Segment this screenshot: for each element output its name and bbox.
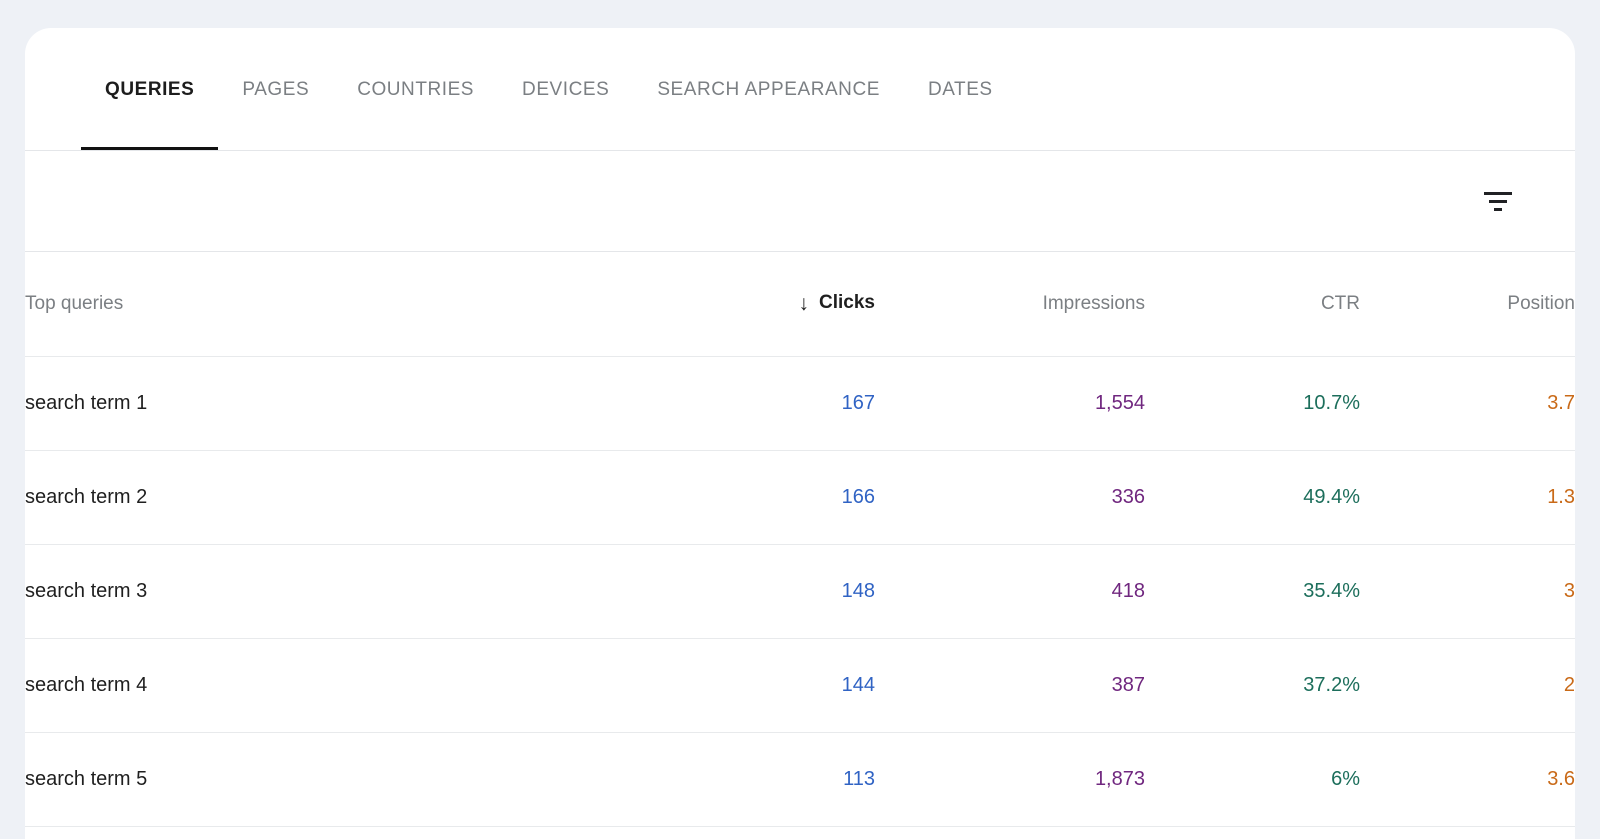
tab-bar: QUERIES PAGES COUNTRIES DEVICES SEARCH A… bbox=[25, 28, 1575, 151]
cell-position: 3 bbox=[1360, 545, 1575, 639]
tab-dates[interactable]: DATES bbox=[904, 28, 1017, 151]
cell-query: search term 2 bbox=[25, 451, 615, 545]
toolbar-divider bbox=[25, 251, 1575, 252]
tab-label: DATES bbox=[928, 79, 993, 101]
page-root: QUERIES PAGES COUNTRIES DEVICES SEARCH A… bbox=[0, 0, 1600, 839]
performance-table: Top queries ↓ Clicks Impressions CTR bbox=[25, 252, 1575, 827]
cell-query: search term 1 bbox=[25, 357, 615, 451]
column-header-position[interactable]: Position bbox=[1360, 252, 1575, 357]
cell-position: 2 bbox=[1360, 639, 1575, 733]
table-header: Top queries ↓ Clicks Impressions CTR bbox=[25, 252, 1575, 357]
column-header-label: Top queries bbox=[25, 293, 123, 314]
cell-ctr: 35.4% bbox=[1145, 545, 1360, 639]
cell-position: 3.7 bbox=[1360, 357, 1575, 451]
tab-queries[interactable]: QUERIES bbox=[81, 28, 218, 151]
tab-label: PAGES bbox=[242, 79, 309, 101]
filter-bar-bottom bbox=[1494, 208, 1502, 211]
filter-bar-middle bbox=[1489, 200, 1507, 203]
tab-label: QUERIES bbox=[105, 79, 194, 101]
table-body: search term 1 167 1,554 10.7% 3.7 search… bbox=[25, 357, 1575, 827]
tab-label: DEVICES bbox=[522, 79, 609, 101]
column-header-ctr[interactable]: CTR bbox=[1145, 252, 1360, 357]
tab-search-appearance[interactable]: SEARCH APPEARANCE bbox=[633, 28, 904, 151]
cell-query: search term 4 bbox=[25, 639, 615, 733]
column-header-label: CTR bbox=[1321, 293, 1360, 314]
column-header-top-queries[interactable]: Top queries bbox=[25, 252, 615, 357]
cell-ctr: 49.4% bbox=[1145, 451, 1360, 545]
cell-ctr: 37.2% bbox=[1145, 639, 1360, 733]
cell-impressions: 336 bbox=[875, 451, 1145, 545]
cell-position: 3.6 bbox=[1360, 733, 1575, 827]
cell-clicks: 113 bbox=[615, 733, 875, 827]
cell-impressions: 1,554 bbox=[875, 357, 1145, 451]
column-header-label: Clicks bbox=[819, 292, 875, 314]
table-toolbar bbox=[25, 151, 1575, 252]
cell-clicks: 148 bbox=[615, 545, 875, 639]
tab-devices[interactable]: DEVICES bbox=[498, 28, 633, 151]
cell-clicks: 167 bbox=[615, 357, 875, 451]
cell-ctr: 10.7% bbox=[1145, 357, 1360, 451]
column-header-impressions[interactable]: Impressions bbox=[875, 252, 1145, 357]
filter-icon[interactable] bbox=[1476, 180, 1520, 224]
cell-query: search term 3 bbox=[25, 545, 615, 639]
tab-label: COUNTRIES bbox=[357, 79, 474, 101]
cell-query: search term 5 bbox=[25, 733, 615, 827]
cell-clicks: 144 bbox=[615, 639, 875, 733]
table-row[interactable]: search term 3 148 418 35.4% 3 bbox=[25, 545, 1575, 639]
sort-control-clicks[interactable]: ↓ Clicks bbox=[799, 292, 875, 314]
column-header-label: Position bbox=[1507, 293, 1575, 314]
table-row[interactable]: search term 1 167 1,554 10.7% 3.7 bbox=[25, 357, 1575, 451]
tab-countries[interactable]: COUNTRIES bbox=[333, 28, 498, 151]
cell-impressions: 1,873 bbox=[875, 733, 1145, 827]
filter-bar-top bbox=[1484, 192, 1512, 195]
table-row[interactable]: search term 5 113 1,873 6% 3.6 bbox=[25, 733, 1575, 827]
table-row[interactable]: search term 2 166 336 49.4% 1.3 bbox=[25, 451, 1575, 545]
column-header-label: Impressions bbox=[1043, 293, 1145, 314]
cell-position: 1.3 bbox=[1360, 451, 1575, 545]
table-row[interactable]: search term 4 144 387 37.2% 2 bbox=[25, 639, 1575, 733]
column-header-clicks[interactable]: ↓ Clicks bbox=[615, 252, 875, 357]
tab-label: SEARCH APPEARANCE bbox=[657, 79, 880, 101]
cell-impressions: 387 bbox=[875, 639, 1145, 733]
sort-descending-arrow-icon: ↓ bbox=[799, 293, 810, 314]
tab-pages[interactable]: PAGES bbox=[218, 28, 333, 151]
cell-clicks: 166 bbox=[615, 451, 875, 545]
table-header-row: Top queries ↓ Clicks Impressions CTR bbox=[25, 252, 1575, 357]
cell-impressions: 418 bbox=[875, 545, 1145, 639]
cell-ctr: 6% bbox=[1145, 733, 1360, 827]
report-card: QUERIES PAGES COUNTRIES DEVICES SEARCH A… bbox=[25, 28, 1575, 839]
